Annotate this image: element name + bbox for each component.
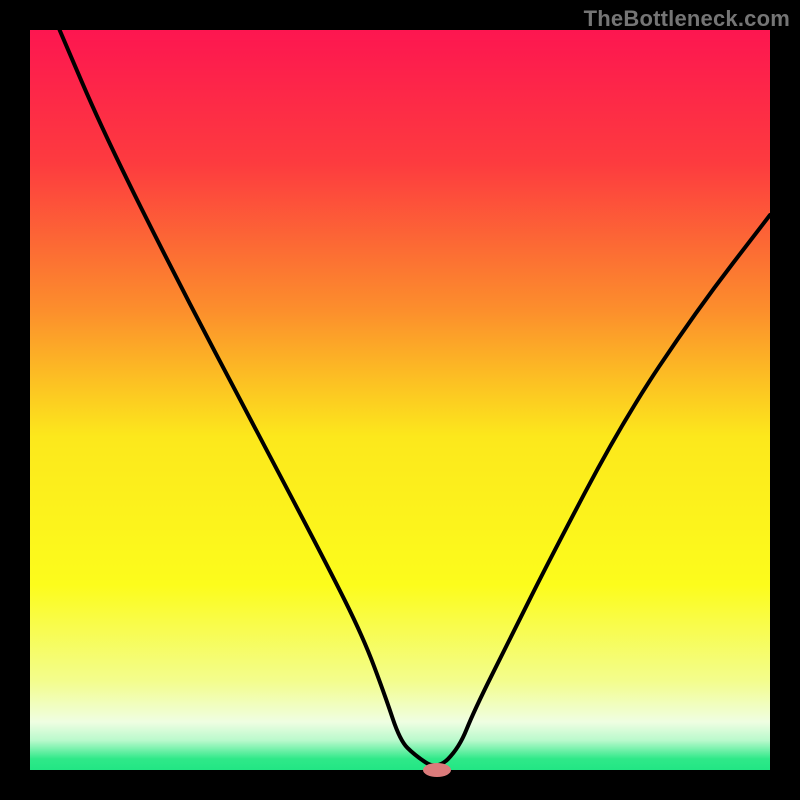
attribution-label: TheBottleneck.com: [584, 6, 790, 32]
optimal-point-marker: [423, 763, 451, 777]
chart-container: TheBottleneck.com: [0, 0, 800, 800]
bottleneck-chart: [0, 0, 800, 800]
plot-background: [30, 30, 770, 770]
